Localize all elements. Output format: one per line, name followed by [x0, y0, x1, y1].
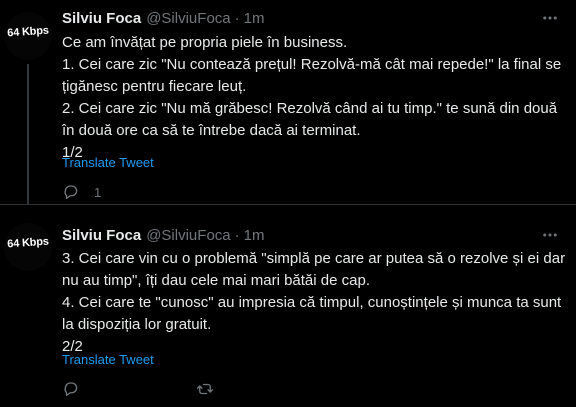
avatar-text: 64 Kbps	[6, 235, 50, 251]
author-name[interactable]: Silviu Foca	[62, 227, 141, 244]
tweet-text-line: în două ore ca să te întrebe dacă ai ter…	[62, 122, 361, 139]
tweet-text: 3. Cei care vin cu o problemă "simplă pe…	[62, 248, 566, 358]
tweet-text-line: nu au timp", îți dau cele mai mari bătăi…	[62, 272, 370, 289]
tweet-timestamp[interactable]: 1m	[244, 227, 265, 244]
reply-count: 1	[94, 184, 102, 200]
translate-tweet-link[interactable]: Translate Tweet	[62, 155, 154, 170]
author-handle[interactable]: @SilviuFoca	[146, 227, 230, 244]
tweet-header: Silviu Foca @SilviuFoca · 1m	[62, 225, 264, 245]
reply-button[interactable]: 1	[62, 183, 101, 201]
reply-button[interactable]	[62, 380, 80, 398]
reply-icon	[62, 183, 80, 201]
retweet-icon	[195, 380, 215, 398]
tweet-header: Silviu Foca @SilviuFoca · 1m	[62, 8, 264, 28]
tweet-text-line: Ce am învățat pe propria piele în busine…	[62, 34, 348, 51]
more-horizontal-icon	[541, 226, 559, 244]
avatar[interactable]: 64 Kbps	[4, 12, 52, 60]
avatar[interactable]: 64 Kbps	[4, 223, 52, 271]
avatar-text: 64 Kbps	[6, 24, 50, 40]
more-horizontal-icon	[541, 9, 559, 27]
author-name[interactable]: Silviu Foca	[62, 10, 141, 27]
tweet-text-line: 2. Cei care zic "Nu mă grăbesc! Rezolvă …	[62, 100, 558, 117]
tweet-1[interactable]: 64 Kbps Silviu Foca @SilviuFoca · 1m Ce …	[0, 0, 576, 205]
tweet-timestamp[interactable]: 1m	[244, 10, 265, 27]
tweet-text: Ce am învățat pe propria piele în busine…	[62, 32, 562, 164]
separator-dot: ·	[234, 226, 240, 244]
more-options-button[interactable]	[540, 8, 560, 28]
reply-icon	[62, 380, 80, 398]
tweet-text-line: 3. Cei care vin cu o problemă "simplă pe…	[62, 250, 566, 267]
tweet-text-line: 1. Cei care zic "Nu contează prețul! Rez…	[62, 56, 562, 73]
author-handle[interactable]: @SilviuFoca	[146, 10, 230, 27]
tweet-text-line: țigănesc pentru fiecare leuț.	[62, 78, 247, 95]
more-options-button[interactable]	[540, 225, 560, 245]
retweet-button[interactable]	[195, 380, 215, 398]
thread-connector-line	[27, 64, 29, 204]
separator-dot: ·	[234, 9, 240, 27]
translate-tweet-link[interactable]: Translate Tweet	[62, 352, 154, 367]
tweet-2[interactable]: 64 Kbps Silviu Foca @SilviuFoca · 1m 3. …	[0, 205, 576, 407]
tweet-text-line: la dispoziția lor gratuit.	[62, 316, 212, 333]
tweet-text-line: 4. Cei care te "cunosc" au impresia că t…	[62, 294, 562, 311]
